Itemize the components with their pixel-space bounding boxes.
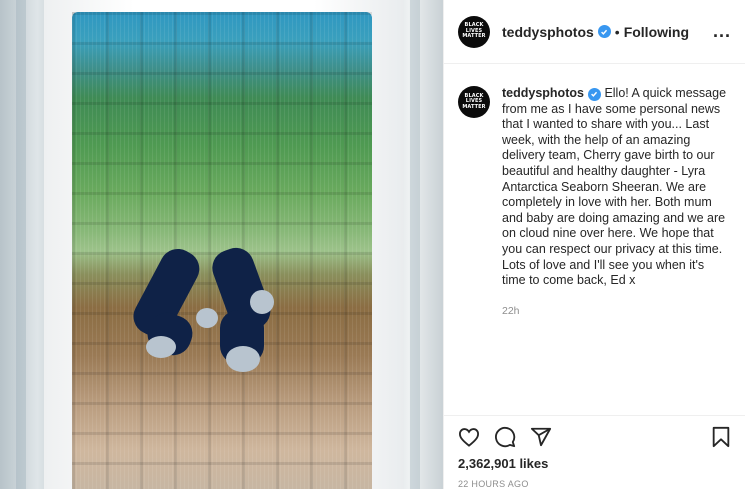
baby-sock-right (200, 242, 280, 380)
username-link[interactable]: teddysphotos (502, 24, 594, 40)
share-icon[interactable] (530, 426, 552, 448)
avatar-text-line: MATTER (462, 103, 486, 110)
verified-badge-icon (587, 87, 601, 101)
likes-count[interactable]: 2,362,901 likes (458, 456, 731, 471)
more-options-icon[interactable]: ... (713, 21, 731, 42)
post-side-panel: BLACK LIVES MATTER teddysphotos • Follow… (443, 0, 745, 489)
post-header: BLACK LIVES MATTER teddysphotos • Follow… (444, 0, 745, 64)
crib-bar (410, 0, 420, 489)
post-footer: 2,362,901 likes 22 HOURS AGO (444, 415, 745, 489)
verified-badge-icon (597, 25, 611, 38)
avatar-text-line: MATTER (462, 33, 486, 40)
post-timestamp[interactable]: 22 HOURS AGO (458, 479, 731, 489)
caption: teddysphotos Ello! A quick message from … (502, 86, 728, 289)
heart-icon[interactable] (458, 427, 480, 447)
avatar[interactable]: BLACK LIVES MATTER (458, 86, 490, 118)
caption-time: 22h (502, 304, 520, 317)
following-button[interactable]: Following (624, 24, 689, 40)
post-photo[interactable] (0, 0, 443, 489)
comment-icon[interactable] (494, 426, 516, 448)
action-bar (458, 426, 731, 448)
bookmark-icon[interactable] (711, 426, 731, 448)
separator: • (614, 23, 620, 40)
caption-text: Ello! A quick message from me as I have … (502, 86, 727, 288)
comments-section: BLACK LIVES MATTER teddysphotos Ello! A … (444, 64, 745, 415)
avatar[interactable]: BLACK LIVES MATTER (458, 15, 490, 48)
caption-block: teddysphotos Ello! A quick message from … (502, 86, 728, 415)
crib-bar (16, 0, 26, 489)
caption-username-link[interactable]: teddysphotos (502, 86, 584, 100)
